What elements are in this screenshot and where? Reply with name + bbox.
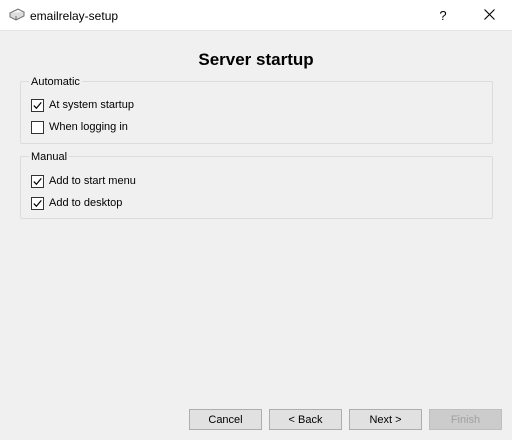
at-system-startup-checkbox[interactable]: At system startup <box>31 98 134 112</box>
checkmark-icon <box>33 199 42 207</box>
checkbox-box[interactable] <box>31 174 44 188</box>
automatic-group: Automatic At system startup When logging… <box>20 76 493 144</box>
checkbox-label: Add to desktop <box>49 197 123 209</box>
finish-button[interactable]: Finish <box>429 409 502 430</box>
add-to-start-menu-checkbox[interactable]: Add to start menu <box>31 174 136 188</box>
checkbox-box[interactable] <box>31 196 44 210</box>
back-button[interactable]: < Back <box>269 409 342 430</box>
when-logging-in-checkbox[interactable]: When logging in <box>31 120 128 134</box>
checkbox-box[interactable] <box>31 98 44 112</box>
close-icon <box>483 8 495 23</box>
cancel-button[interactable]: Cancel <box>189 409 262 430</box>
checkmark-icon <box>33 101 42 109</box>
checkbox-box[interactable] <box>31 120 44 134</box>
checkmark-icon <box>33 177 42 185</box>
automatic-group-legend: Automatic <box>29 76 82 88</box>
help-button[interactable]: ? <box>420 0 466 31</box>
close-button[interactable] <box>466 0 512 31</box>
window-title: emailrelay-setup <box>30 9 119 23</box>
title-bar[interactable]: emailrelay-setup ? <box>0 0 512 31</box>
checkbox-label: When logging in <box>49 121 128 133</box>
checkbox-label: Add to start menu <box>49 175 136 187</box>
setup-window: emailrelay-setup ? Server startup Automa… <box>0 0 512 440</box>
manual-group-legend: Manual <box>29 151 70 163</box>
checkbox-label: At system startup <box>49 99 134 111</box>
app-icon <box>8 8 26 22</box>
add-to-desktop-checkbox[interactable]: Add to desktop <box>31 196 122 210</box>
manual-group: Manual Add to start menu Add to desktop <box>20 151 493 219</box>
next-button[interactable]: Next > <box>349 409 422 430</box>
page-title: Server startup <box>198 50 314 69</box>
help-icon: ? <box>439 8 447 23</box>
